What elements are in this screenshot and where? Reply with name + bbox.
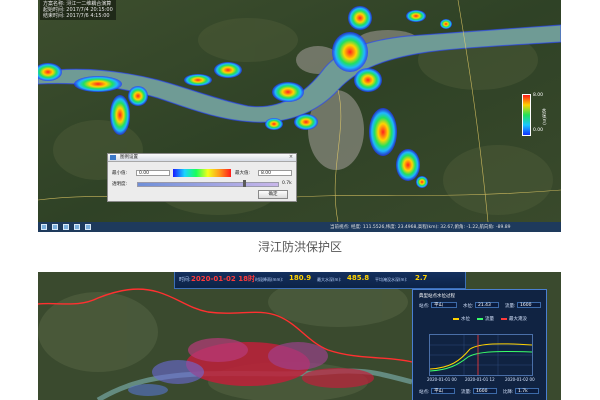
opacity-label: 透明度:: [112, 182, 128, 187]
max-depth-label: 最大水深(m):: [317, 277, 342, 282]
dialog-titlebar: 图例设置 ×: [108, 154, 296, 162]
simulation-status-bar: 时间: 2020-01-02 18时 时段降雨(mm): 180.9 最大水深(…: [174, 272, 466, 289]
level-label: 水位:: [463, 304, 474, 309]
flow-label: 流量:: [505, 304, 516, 309]
dialog-title: 图例设置: [120, 155, 138, 160]
legend-max-flood: 最大淹没: [509, 317, 527, 322]
flood-map-screenshot-2: 时间: 2020-01-02 18时 时段降雨(mm): 180.9 最大水深(…: [38, 272, 561, 400]
rain-value: 180.9: [289, 274, 312, 282]
time-label: 时间:: [179, 277, 191, 283]
bottom-station-label: 站点:: [419, 390, 430, 395]
bottom-gradient-label: 比降:: [503, 390, 514, 395]
x-tick-end: 2020-01-02 00: [505, 377, 535, 382]
close-button[interactable]: ×: [287, 154, 295, 160]
scheme-info-box: 方案名称: 浔江一二维耦合演算 起始时间: 2017/7/4 20:15:00 …: [40, 0, 116, 20]
station-select[interactable]: 平山: [431, 302, 457, 308]
app-taskbar-icon[interactable]: [52, 224, 58, 230]
avg-depth-value: 2.7: [415, 274, 428, 282]
figure-caption: 浔江防洪保护区: [257, 240, 342, 254]
flow-curve: [430, 351, 532, 372]
legend-color-bar: [522, 94, 531, 136]
legend-swatch-max: [501, 318, 507, 320]
taskbar-status: 当前视点: 经度: 111.5526,纬度: 23.4968,高程(km): 3…: [38, 222, 561, 232]
station-water-level-panel: 典型站点水位过程 站点: 平山 水位: 21.43 流量: 1600 水位 流量…: [412, 289, 547, 400]
rain-label: 时段降雨(mm):: [255, 277, 284, 282]
x-tick-start: 2020-01-01 00: [427, 377, 457, 382]
bottom-station-value[interactable]: 平山: [431, 388, 455, 394]
opacity-slider-handle[interactable]: [243, 180, 246, 187]
viewpoint-status: 当前视点: 经度: 111.5526,纬度: 23.4968,高程(km): 3…: [330, 225, 511, 230]
color-ramp: [173, 169, 231, 177]
window-icon[interactable]: [74, 224, 80, 230]
depth-legend: 8.00 0.00 水深(m): [520, 92, 560, 138]
tool-icon[interactable]: [85, 224, 91, 230]
end-time: 结束时间: 2017/7/6 4:15:00: [43, 13, 110, 19]
legend-swatch-level: [453, 318, 459, 320]
water-level-plot: [429, 334, 533, 376]
start-icon[interactable]: [41, 224, 47, 230]
x-tick-mid: 2020-01-01 12: [465, 377, 495, 382]
legend-max: 8.00: [533, 93, 544, 98]
flow-value: 1600: [517, 302, 541, 308]
bottom-flow-value: 1600: [473, 388, 497, 394]
opacity-value: 0.7k: [282, 181, 292, 186]
legend-settings-dialog: 图例设置 × 最小值: 0.00 最大值: 8.00 透明度: 0.7k 确定: [107, 153, 297, 202]
min-label: 最小值:: [112, 171, 128, 176]
app-icon: [110, 155, 116, 160]
ok-button[interactable]: 确定: [258, 190, 288, 199]
min-value-input[interactable]: 0.00: [136, 170, 170, 176]
bottom-gradient-value: 1.7k: [515, 388, 539, 394]
level-value: 21.43: [475, 302, 499, 308]
max-label: 最大值:: [235, 171, 251, 176]
legend-swatch-flow: [477, 318, 483, 320]
legend-flow: 流量: [485, 317, 494, 322]
sim-datetime: 2020-01-02 18时: [191, 275, 255, 283]
station-label: 站点:: [419, 304, 430, 309]
panel-title: 典型站点水位过程: [419, 294, 455, 299]
max-depth-value: 485.8: [347, 274, 370, 282]
opacity-slider[interactable]: [137, 182, 279, 187]
legend-title: 水深(m): [541, 108, 546, 125]
legend-min: 0.00: [533, 128, 544, 133]
flood-map-screenshot-1: 方案名称: 浔江一二维耦合演算 起始时间: 2017/7/4 20:15:00 …: [38, 0, 561, 232]
legend-level: 水位: [461, 317, 470, 322]
folder-icon[interactable]: [63, 224, 69, 230]
max-value-input[interactable]: 8.00: [258, 170, 292, 176]
avg-depth-label: 平均淹没水深(m):: [375, 277, 408, 282]
bottom-flow-label: 流量:: [461, 390, 472, 395]
